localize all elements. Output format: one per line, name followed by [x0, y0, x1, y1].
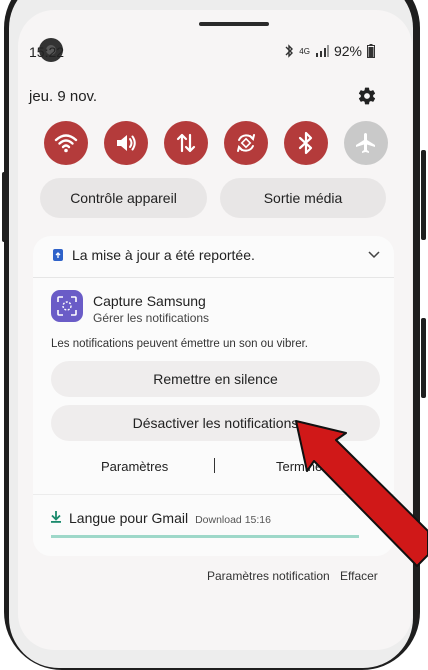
volume-button: [2, 172, 7, 242]
power-button: [421, 150, 426, 240]
volume-icon: [117, 135, 136, 151]
notification-settings-link[interactable]: Paramètres notification: [207, 569, 330, 583]
divider: [33, 494, 394, 495]
bixby-button: [421, 318, 426, 398]
mobile-data-toggle[interactable]: [164, 121, 208, 165]
earpiece: [199, 22, 269, 26]
update-text: La mise à jour a été reportée.: [72, 247, 255, 263]
gear-icon[interactable]: [357, 86, 377, 106]
manage-notifications-label[interactable]: Gérer les notifications: [93, 311, 209, 325]
rotate-icon: [237, 134, 255, 152]
notification-description: Les notifications peuvent émettre un son…: [51, 338, 308, 350]
screen-capture-icon: [57, 296, 77, 316]
gmail-row: Langue pour Gmail Download 15:16: [50, 510, 271, 526]
bluetooth-toggle[interactable]: [284, 121, 328, 165]
status-icons: 4G 92%: [284, 43, 375, 59]
bluetooth-status-icon: [285, 44, 294, 58]
battery-icon: [367, 44, 375, 58]
clear-button[interactable]: Effacer: [340, 569, 378, 583]
date-label: jeu. 9 nov.: [29, 88, 98, 105]
signal-icon: [315, 45, 329, 57]
status-bar: 15:22 4G 92%: [29, 43, 375, 61]
settings-link[interactable]: Paramètres: [101, 459, 168, 474]
disable-notifications-button[interactable]: Désactiver les notifications: [51, 405, 380, 441]
divider: [33, 277, 394, 278]
wifi-icon: [54, 134, 78, 153]
network-type: 4G: [299, 46, 310, 56]
silence-button[interactable]: Remettre en silence: [51, 361, 380, 397]
airplane-icon: [356, 133, 375, 153]
airplane-toggle[interactable]: [344, 121, 388, 165]
sound-toggle[interactable]: [104, 121, 148, 165]
update-notification[interactable]: La mise à jour a été reportée.: [52, 247, 255, 263]
bluetooth-icon: [298, 131, 313, 155]
data-transfer-icon: [176, 133, 196, 153]
gmail-meta: Download 15:16: [195, 514, 271, 526]
quick-settings-row: [26, 121, 388, 165]
status-time: 15:22: [29, 44, 65, 60]
app-name: Capture Samsung: [93, 293, 206, 309]
capture-app-icon: [51, 290, 83, 322]
gmail-title: Langue pour Gmail: [69, 510, 189, 526]
software-update-icon: [53, 249, 63, 261]
chevron-down-icon[interactable]: [368, 251, 380, 259]
auto-rotate-toggle[interactable]: [224, 121, 268, 165]
download-progress: [51, 535, 359, 538]
wifi-toggle[interactable]: [44, 121, 88, 165]
media-output-button[interactable]: Sortie média: [220, 178, 386, 218]
device-control-button[interactable]: Contrôle appareil: [40, 178, 207, 218]
done-link[interactable]: Terminé: [276, 459, 322, 474]
link-separator: [214, 458, 215, 473]
download-icon: [51, 511, 61, 523]
download-progress-fill: [51, 535, 359, 538]
battery-level: 92%: [333, 43, 362, 59]
gmail-notification[interactable]: [33, 496, 394, 556]
chevron-down-icon[interactable]: [368, 513, 380, 521]
